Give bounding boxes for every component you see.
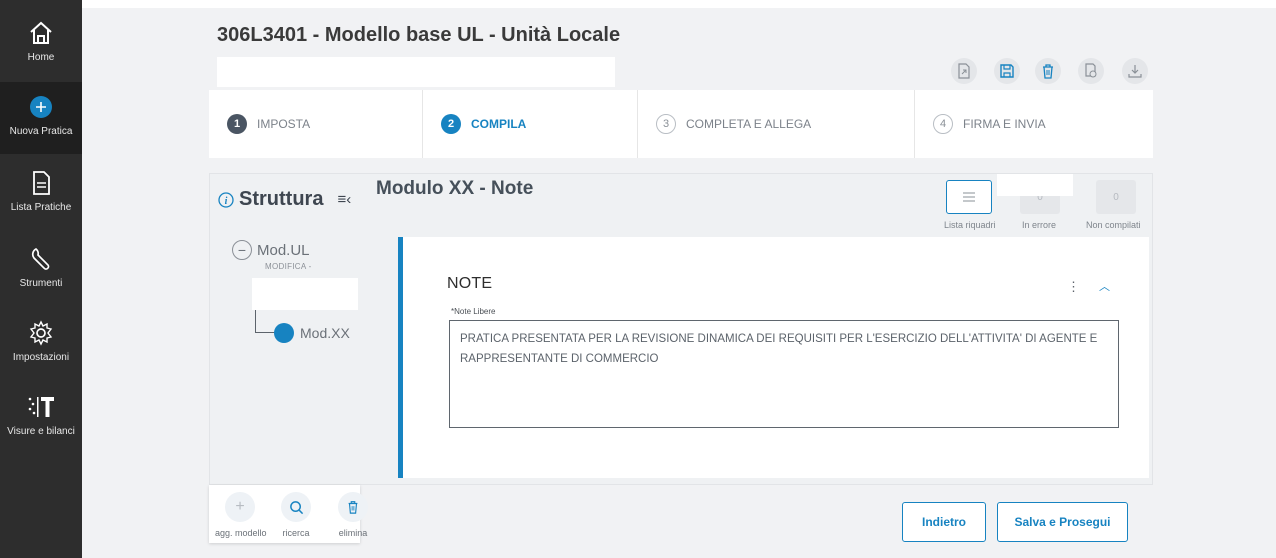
trash-icon xyxy=(338,492,368,522)
sidebar-item-impostazioni[interactable]: Impostazioni xyxy=(0,308,82,380)
tree-blank-field xyxy=(252,278,358,310)
plus-icon: + xyxy=(225,492,255,522)
tree-root-label: Mod.UL xyxy=(257,241,310,259)
tool-label: ricerca xyxy=(282,528,310,538)
app-window: Home Nuova Pratica Lista Pratiche Strume… xyxy=(0,0,1276,558)
main-area: 306L3401 - Modello base UL - Unità Local… xyxy=(82,8,1276,558)
note-card: NOTE ⋮ ︿ *Note Libere PRATICA PRESENTATA… xyxy=(398,237,1149,478)
tree-node-marker[interactable] xyxy=(274,323,294,343)
visure-logo-icon xyxy=(28,397,54,417)
step-label: COMPLETA E ALLEGA xyxy=(686,117,812,131)
save-icon xyxy=(1000,64,1014,78)
sidebar-item-lista-pratiche[interactable]: Lista Pratiche xyxy=(0,158,82,230)
tool-label: elimina xyxy=(338,528,368,538)
search-icon xyxy=(281,492,311,522)
tree-connector xyxy=(255,332,275,333)
export-button[interactable] xyxy=(951,58,977,84)
sidebar-item-label: Home xyxy=(27,52,55,63)
page-title: 306L3401 - Modello base UL - Unità Local… xyxy=(217,24,621,46)
lista-riquadri-label: Lista riquadri xyxy=(944,220,996,230)
step-label: IMPOSTA xyxy=(257,117,311,131)
copy-button[interactable] xyxy=(1078,58,1104,84)
info-icon[interactable]: i xyxy=(218,191,234,208)
save-and-continue-button[interactable]: Salva e Prosegui xyxy=(997,502,1128,542)
delete-model-button[interactable]: elimina xyxy=(328,492,378,538)
collapse-structure-icon[interactable]: ≡‹ xyxy=(337,191,351,208)
note-field-label: *Note Libere xyxy=(451,307,496,316)
export-icon xyxy=(958,63,970,79)
sidebar-item-label: Impostazioni xyxy=(12,352,70,363)
step-label: FIRMA E INVIA xyxy=(963,117,1046,131)
hidden-counter-field xyxy=(997,174,1073,196)
sidebar-item-label: Strumenti xyxy=(19,278,63,289)
non-compilati-label: Non compilati xyxy=(1086,220,1141,230)
stepper: 1 IMPOSTA 2 COMPILA 3 COMPLETA E ALLEGA … xyxy=(209,90,1153,158)
sidebar-item-nuova-pratica[interactable]: Nuova Pratica xyxy=(0,82,82,154)
search-button[interactable]: ricerca xyxy=(271,492,321,538)
structure-header: i Struttura ≡‹ xyxy=(218,188,351,211)
lista-riquadri-button[interactable] xyxy=(946,180,992,214)
svg-text:i: i xyxy=(225,196,228,207)
structure-title: Struttura xyxy=(239,188,324,210)
tree-root[interactable]: − Mod.UL xyxy=(232,240,310,260)
step-label: COMPILA xyxy=(471,117,527,131)
content-panel: i Struttura ≡‹ Modulo XX - Note Lista ri… xyxy=(209,173,1153,485)
non-compilati-counter: 0 xyxy=(1096,180,1136,214)
more-options-icon[interactable]: ⋮ xyxy=(1067,279,1080,295)
tree-node-mod-xx[interactable]: Mod.XX xyxy=(300,325,350,341)
tree-collapse-icon[interactable]: − xyxy=(232,240,252,260)
back-button[interactable]: Indietro xyxy=(902,502,986,542)
sidebar: Home Nuova Pratica Lista Pratiche Strume… xyxy=(0,0,82,558)
save-button[interactable] xyxy=(994,58,1020,84)
sidebar-item-label: Lista Pratiche xyxy=(10,202,72,213)
delete-button[interactable] xyxy=(1035,58,1061,84)
step-number: 2 xyxy=(441,114,461,134)
tree-root-sublabel: MODIFICA - xyxy=(265,262,312,271)
step-number: 1 xyxy=(227,114,247,134)
in-errore-label: In errore xyxy=(1022,220,1057,230)
gear-icon xyxy=(29,320,53,346)
sidebar-item-home[interactable]: Home xyxy=(0,8,82,80)
step-firma-invia[interactable]: 4 FIRMA E INVIA xyxy=(915,90,1153,158)
sidebar-item-label: Visure e bilanci xyxy=(7,426,75,437)
sidebar-item-label: Nuova Pratica xyxy=(9,126,73,137)
title-blank-field xyxy=(217,57,615,87)
step-number: 3 xyxy=(656,114,676,134)
wrench-icon xyxy=(31,247,50,270)
note-heading: NOTE xyxy=(447,275,493,292)
add-model-button[interactable]: + agg. modello xyxy=(215,492,267,538)
step-number: 4 xyxy=(933,114,953,134)
home-icon xyxy=(30,21,52,44)
plus-circle-icon xyxy=(30,96,52,118)
step-compila[interactable]: 2 COMPILA xyxy=(423,90,638,158)
list-icon xyxy=(963,192,975,202)
tool-label: agg. modello xyxy=(215,528,267,538)
step-imposta[interactable]: 1 IMPOSTA xyxy=(209,90,423,158)
sidebar-item-visure[interactable]: Visure e bilanci xyxy=(0,382,82,454)
module-title: Modulo XX - Note xyxy=(376,178,534,199)
copy-icon xyxy=(1085,63,1097,78)
trash-icon xyxy=(1043,64,1053,79)
download-button[interactable] xyxy=(1122,58,1148,84)
download-icon xyxy=(1128,65,1142,78)
chevron-up-icon[interactable]: ︿ xyxy=(1099,278,1110,294)
tree-connector xyxy=(255,310,256,332)
sidebar-item-strumenti[interactable]: Strumenti xyxy=(0,234,82,306)
note-textarea[interactable]: PRATICA PRESENTATA PER LA REVISIONE DINA… xyxy=(449,320,1119,428)
step-completa-allega[interactable]: 3 COMPLETA E ALLEGA xyxy=(638,90,915,158)
document-icon xyxy=(33,171,50,195)
bottom-toolbar: + agg. modello ricerca elimina xyxy=(209,485,368,543)
